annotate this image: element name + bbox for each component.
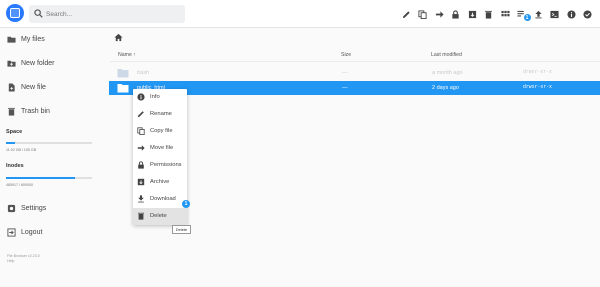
menu-item-label: Permissions (150, 162, 182, 168)
folder-icon (117, 69, 129, 78)
menu-item-permissions[interactable]: Permissions (133, 157, 187, 174)
menu-item-label: Copy file (150, 128, 173, 134)
sidebar-item-label: New file (21, 83, 46, 91)
sidebar-item-logout[interactable]: Logout (0, 221, 100, 243)
inodes-label: Inodes (6, 163, 24, 169)
settings-icon (7, 204, 16, 212)
search-icon (34, 9, 43, 18)
upload-queue-icon[interactable]: 1 (514, 6, 531, 22)
sidebar-item-settings[interactable]: Settings (0, 197, 100, 219)
space-label: Space (6, 129, 23, 135)
delete-icon (137, 212, 145, 220)
menu-item-label: Delete (150, 213, 167, 219)
table-header: Name ↑ Size Last modified (110, 50, 600, 62)
sidebar-item-new-folder[interactable]: New folder (0, 52, 100, 74)
new-file-icon (8, 82, 15, 92)
edit-icon[interactable] (398, 6, 415, 22)
archive-icon (137, 178, 145, 186)
view-mode-icon[interactable] (497, 6, 514, 22)
download-icon (138, 195, 144, 203)
download-count-badge: 1 (182, 200, 190, 208)
file-permissions: drwxr-xr-x (523, 70, 552, 75)
folder-icon (7, 36, 16, 43)
menu-item-rename[interactable]: Rename (133, 106, 187, 123)
sidebar-item-label: Settings (21, 204, 47, 212)
edit-icon (137, 111, 144, 118)
trash-icon (8, 107, 15, 116)
move-icon (137, 145, 145, 151)
menu-item-info[interactable]: Info (133, 89, 187, 106)
menu-item-move-file[interactable]: Move file (133, 140, 187, 157)
shell-icon[interactable] (547, 6, 564, 22)
column-size-header[interactable]: Size (341, 52, 351, 58)
space-progress-fill (6, 142, 16, 144)
menu-item-label: Move file (150, 145, 174, 151)
menu-item-label: Archive (150, 179, 170, 185)
menu-item-archive[interactable]: Archive (133, 174, 187, 191)
column-name-header[interactable]: Name ↑ (118, 52, 136, 58)
logo-icon[interactable] (6, 4, 24, 22)
file-modified: a month ago (432, 70, 463, 76)
context-menu: Info Rename Copy file Move file Permissi… (133, 89, 187, 225)
sidebar: My files New folder New file Trash bin S… (0, 28, 100, 287)
sidebar-item-label: Logout (21, 228, 43, 236)
file-browser-app: 1 My files New folder New file Trash bin… (0, 0, 600, 287)
sidebar-item-label: New folder (21, 59, 55, 67)
column-modified-header[interactable]: Last modified (431, 52, 462, 58)
top-bar: 1 (0, 0, 600, 28)
logout-icon (7, 227, 16, 237)
delete-icon[interactable] (481, 6, 498, 22)
home-icon[interactable] (114, 33, 123, 42)
menu-item-delete[interactable]: Delete (133, 208, 187, 225)
copy-icon (137, 127, 145, 135)
file-name: trash (137, 70, 150, 76)
sidebar-item-new-file[interactable]: New file (0, 76, 100, 98)
file-permissions: drwxr-xr-x (523, 85, 552, 90)
copy-icon[interactable] (415, 6, 432, 22)
select-icon[interactable] (580, 6, 597, 22)
file-size: — (342, 70, 348, 76)
file-size: — (342, 85, 348, 91)
space-usage-text: 11.02 GB / 100 GB (6, 148, 37, 152)
menu-item-download[interactable]: Download (133, 191, 187, 208)
menu-item-label: Download (150, 196, 176, 202)
lock-icon[interactable] (448, 6, 465, 22)
search-box[interactable] (29, 5, 185, 23)
info-icon[interactable] (563, 6, 580, 22)
new-folder-icon (7, 60, 16, 67)
inodes-progress-bar (6, 177, 92, 179)
menu-item-label: Info (150, 94, 160, 100)
inodes-usage-text: 485917 / 609000 (6, 183, 33, 187)
lock-icon (138, 161, 144, 169)
search-input[interactable] (46, 8, 181, 20)
sidebar-item-label: My files (21, 35, 45, 43)
sidebar-item-trash-bin[interactable]: Trash bin (0, 100, 100, 122)
folder-icon (117, 84, 129, 93)
file-modified: 2 days ago (432, 85, 459, 91)
delete-tooltip: Delete (172, 225, 191, 234)
archive-icon[interactable] (464, 6, 481, 22)
table-row[interactable]: trash — a month ago drwxr-xr-x (109, 66, 600, 80)
sidebar-item-label: Trash bin (21, 107, 50, 115)
sidebar-item-my-files[interactable]: My files (0, 28, 100, 50)
info-icon (137, 93, 145, 101)
move-icon[interactable] (431, 6, 448, 22)
menu-item-copy-file[interactable]: Copy file (133, 123, 187, 140)
help-link[interactable]: Help (7, 259, 14, 264)
upload-icon[interactable] (530, 6, 547, 22)
inodes-progress-fill (6, 177, 75, 179)
space-progress-bar (6, 142, 92, 144)
menu-item-label: Rename (150, 111, 172, 117)
toolbar: 1 (398, 6, 596, 22)
